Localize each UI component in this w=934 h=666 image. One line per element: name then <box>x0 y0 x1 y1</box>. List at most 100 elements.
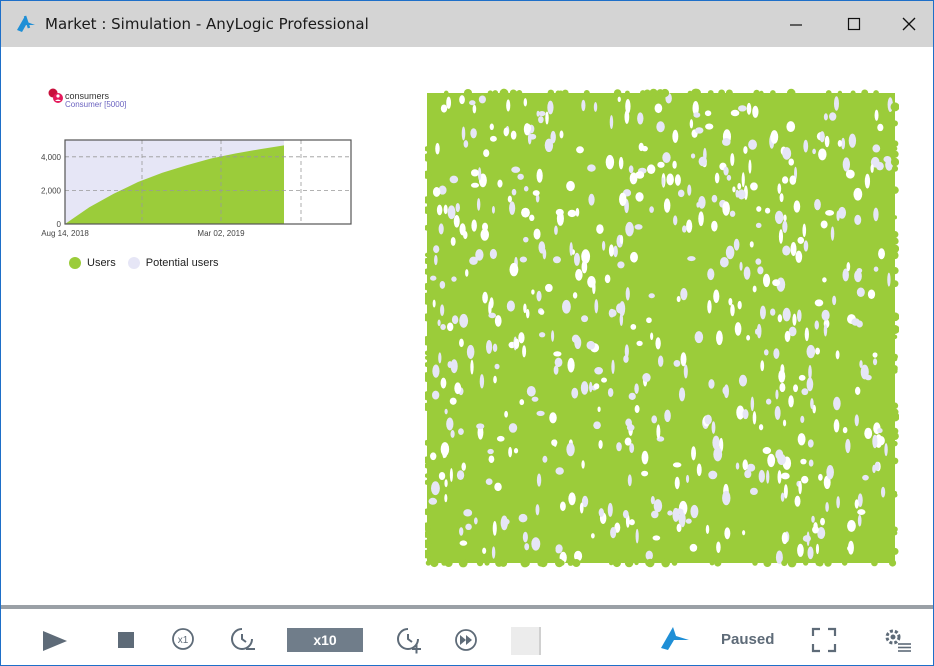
potential-user-agent <box>465 523 472 531</box>
speed-up-icon <box>397 628 421 654</box>
user-agent <box>547 89 555 97</box>
potential-user-agent <box>797 543 804 557</box>
user-agent <box>892 356 898 362</box>
real-time-x1-icon: x1 <box>172 628 194 650</box>
potential-user-agent <box>598 508 604 517</box>
potential-user-agent <box>550 130 556 144</box>
potential-user-agent <box>804 327 809 342</box>
potential-user-agent <box>806 344 816 359</box>
potential-user-agent <box>553 365 559 375</box>
potential-user-agent <box>635 528 639 544</box>
potential-user-agent <box>872 358 878 366</box>
potential-user-agent <box>815 543 820 555</box>
potential-user-agent <box>711 421 716 434</box>
potential-user-agent <box>509 262 519 277</box>
agent-population-icon[interactable] <box>48 88 64 104</box>
user-agent <box>572 558 581 568</box>
potential-user-agent <box>682 225 687 233</box>
minimize-button[interactable] <box>773 1 819 47</box>
potential-user-agent <box>519 399 525 406</box>
real-time-x1-button[interactable]: x1 <box>169 625 197 653</box>
potential-user-agent <box>438 352 442 364</box>
users-area-chart: 0 2,000 4,000 Aug 14, 2018 Mar 02, 2019 <box>41 139 352 238</box>
potential-user-agent <box>730 304 735 317</box>
close-button[interactable] <box>886 1 932 47</box>
potential-user-agent <box>848 133 857 148</box>
potential-user-agent <box>469 100 476 106</box>
user-agent <box>612 558 621 568</box>
potential-user-agent <box>536 110 540 117</box>
potential-user-agent <box>739 261 743 271</box>
potential-user-agent <box>780 472 790 480</box>
potential-user-agent <box>781 176 789 184</box>
speed-display: x10 <box>287 628 363 652</box>
potential-user-agent <box>711 194 718 203</box>
potential-user-agent <box>475 249 484 261</box>
potential-user-agent <box>854 414 859 427</box>
potential-user-agent <box>856 320 863 328</box>
potential-user-agent <box>856 268 863 274</box>
model-canvas[interactable]: consumers Consumer [5000] 0 2,000 4,000 Aug… <box>1 47 933 607</box>
user-agent <box>892 120 898 127</box>
potential-user-agent <box>687 256 696 262</box>
potential-user-agent <box>619 192 627 206</box>
potential-user-agent <box>798 480 802 495</box>
potential-user-agent <box>478 95 486 104</box>
potential-user-agent <box>566 442 575 457</box>
potential-user-agent <box>825 210 835 216</box>
speed-up-button[interactable] <box>393 625 423 655</box>
anylogic-logo[interactable] <box>657 623 693 653</box>
virtual-time-button[interactable] <box>452 626 480 654</box>
potential-user-agent <box>532 190 540 196</box>
potential-user-agent <box>814 320 819 330</box>
user-agent <box>714 559 722 567</box>
potential-user-agent <box>743 146 748 154</box>
potential-user-agent <box>752 411 757 425</box>
maximize-button[interactable] <box>831 1 877 47</box>
potential-user-agent <box>559 501 566 512</box>
potential-user-agent <box>450 359 458 374</box>
potential-user-agent <box>641 450 649 465</box>
settings-button[interactable] <box>881 625 913 655</box>
potential-user-agent <box>459 540 468 546</box>
user-agent <box>639 90 646 96</box>
potential-user-agent <box>884 443 888 457</box>
potential-user-agent <box>814 299 824 307</box>
user-agent <box>725 89 733 97</box>
potential-user-agent <box>482 291 488 304</box>
potential-user-agent <box>873 207 879 222</box>
potential-user-agent <box>743 266 751 280</box>
potential-user-agent <box>698 195 706 209</box>
legend-label-potential: Potential users <box>145 257 219 269</box>
potential-user-agent <box>628 165 634 174</box>
potential-user-agent <box>587 164 596 172</box>
potential-user-agent <box>777 314 783 323</box>
legend-swatch-potential <box>127 257 140 269</box>
slow-down-button[interactable] <box>227 625 257 655</box>
potential-user-agent <box>627 474 632 487</box>
potential-user-agent <box>624 110 630 124</box>
time-slot <box>511 627 541 655</box>
potential-user-agent <box>716 541 721 554</box>
potential-user-agent <box>553 351 562 357</box>
user-agent <box>861 89 869 97</box>
stop-button[interactable] <box>115 629 137 651</box>
user-agent <box>891 266 899 275</box>
potential-user-agent <box>625 287 630 301</box>
user-agent <box>892 157 898 163</box>
potential-user-agent <box>722 490 731 506</box>
potential-user-agent <box>539 309 545 315</box>
potential-user-agent <box>507 195 512 203</box>
potential-user-agent <box>523 186 529 192</box>
potential-user-agent <box>539 332 546 338</box>
user-agent <box>871 559 878 567</box>
potential-user-agent <box>433 245 440 254</box>
potential-user-agent <box>729 210 736 217</box>
potential-user-agent <box>648 293 655 299</box>
potential-user-agent <box>494 363 500 370</box>
potential-user-agent <box>470 359 474 375</box>
fullscreen-button[interactable] <box>809 625 839 655</box>
run-button[interactable] <box>39 627 69 655</box>
potential-user-agent <box>783 484 788 499</box>
potential-user-agent <box>687 184 692 196</box>
